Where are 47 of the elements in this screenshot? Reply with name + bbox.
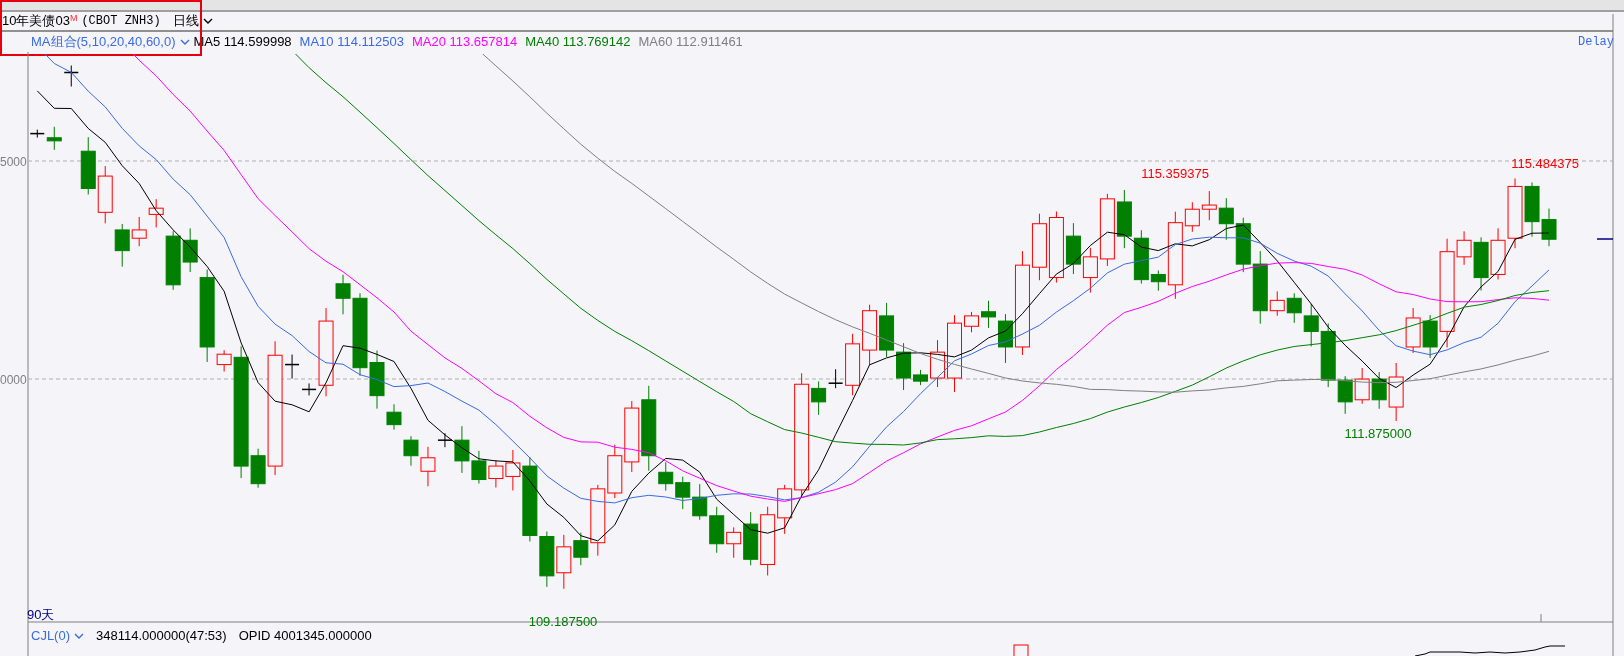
moving-average-value: MA10 114.112503 [299, 33, 404, 52]
candlestick [1218, 197, 1234, 241]
candlestick [63, 65, 79, 87]
price-annotation: 115.359375 [1141, 165, 1209, 183]
moving-average-value: MA20 113.657814 [411, 33, 518, 52]
candlestick [1235, 217, 1251, 273]
caret-icon [74, 632, 84, 639]
price-annotation: 115.484375 [1511, 155, 1579, 173]
candlestick [1201, 190, 1217, 221]
volume-reading: 348114.000000(47:53) [96, 627, 227, 645]
moving-average-value: MA40 113.769142 [525, 33, 631, 52]
candlestick [148, 198, 164, 228]
candlestick [760, 506, 776, 576]
y-axis-label: 0000 [0, 372, 27, 389]
range-label: 90天 [27, 606, 55, 624]
candlestick [692, 483, 708, 521]
feed-status: Delay [1578, 34, 1614, 51]
price-annotation: 111.875000 [1344, 425, 1412, 443]
candlestick [1490, 227, 1506, 280]
candlestick [1065, 222, 1081, 275]
y-axis-label: 5000 [0, 154, 27, 171]
candlestick [1286, 292, 1302, 324]
price-marker [1596, 238, 1614, 240]
candlestick [165, 230, 181, 291]
candlestick [964, 311, 979, 333]
price-annotation: 109.187500 [528, 613, 598, 631]
candlestick [607, 444, 623, 499]
volume-indicator-dropdown[interactable]: CJL(0) [31, 626, 84, 646]
candlestick [97, 165, 113, 224]
candlestick [80, 136, 96, 195]
candlestick [675, 476, 691, 510]
moving-average-value: MA60 112.911461 [638, 33, 743, 52]
candlestick [1354, 367, 1370, 405]
candlestick [1507, 177, 1523, 249]
candlestick [403, 435, 419, 467]
instrument-code: (CBOT ZNH3) [81, 13, 161, 30]
candlestick [879, 302, 895, 358]
open-interest-reading: OPID 4001345.000000 [238, 627, 372, 645]
instrument-name: 10年美债03$^{M}$ [2, 11, 78, 31]
candlestick [862, 304, 878, 366]
period-dropdown[interactable]: 日线 [172, 11, 213, 31]
candlestick [1116, 189, 1132, 249]
indicator-dropdown[interactable]: MA组合(5,10,20,40,60,0) [31, 32, 190, 52]
caret-icon [202, 18, 213, 24]
caret-icon [179, 39, 190, 45]
candlestick [471, 450, 487, 485]
candlestick [1405, 307, 1421, 354]
